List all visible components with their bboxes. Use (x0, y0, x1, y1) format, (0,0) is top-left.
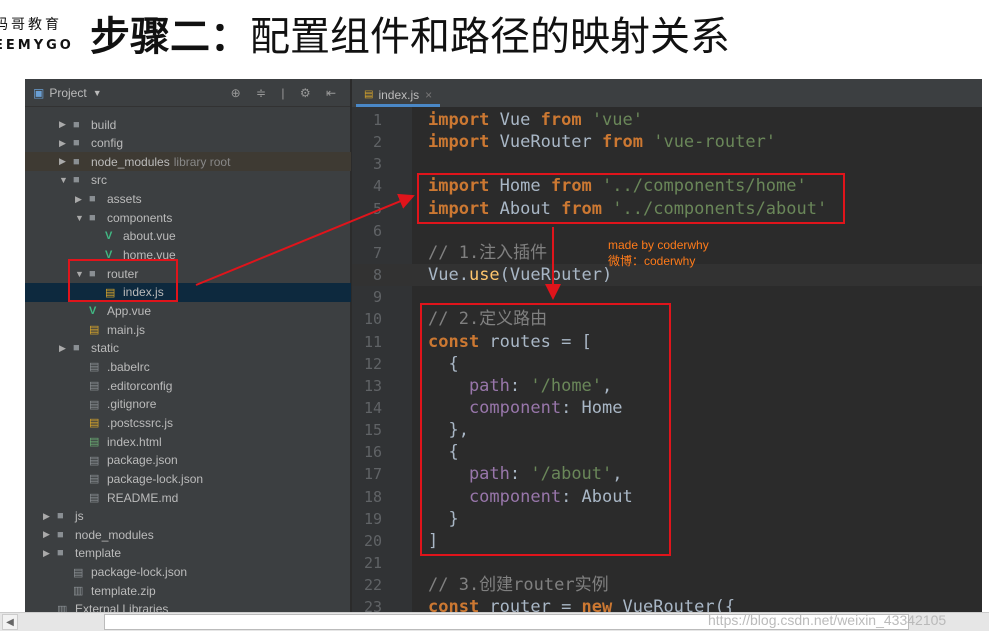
author-line1: made by coderwhy (608, 238, 709, 252)
logo: 码哥教育 EEMYGO (0, 14, 80, 53)
arrows (195, 193, 561, 300)
ide-screenshot: ▣ Project ▼ ⊕ ≑ | ⚙ ⇤ ▶ ■ build ▶ ■ config ▶ ■ n… (25, 79, 982, 612)
logo-cn: 码哥教育 (0, 17, 62, 33)
slide-title: 步骤二：配置组件和路径的映射关系 (90, 4, 730, 62)
author-note: made by coderwhy 微博：coderwhy (608, 237, 709, 269)
scroll-left-icon[interactable]: ◀ (2, 614, 18, 630)
author-line2: 微博：coderwhy (608, 254, 696, 268)
step-label: 步骤二： (90, 14, 250, 60)
watermark: https://blog.csdn.net/weixin_43342105 (708, 612, 947, 628)
logo-en: EEMYGO (0, 38, 74, 53)
title-text: 配置组件和路径的映射关系 (250, 14, 730, 60)
arrow-router-to-imports (195, 193, 415, 286)
